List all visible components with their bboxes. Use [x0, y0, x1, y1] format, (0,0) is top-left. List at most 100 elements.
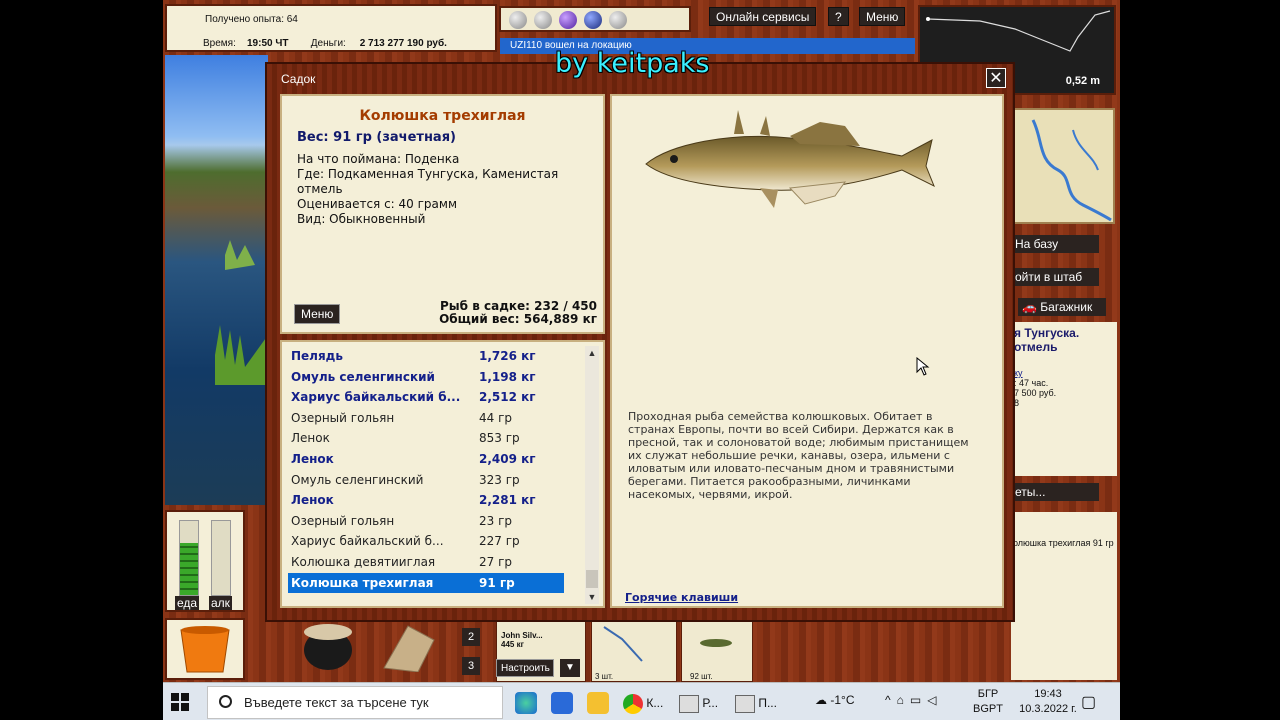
- setup-button[interactable]: Настроить: [496, 659, 554, 677]
- lure-icon[interactable]: [609, 11, 627, 29]
- slot-2-button[interactable]: 2: [462, 628, 480, 646]
- network-icon[interactable]: ⌂: [897, 693, 910, 707]
- fish-list-name: Ленок: [291, 431, 330, 446]
- fish-list-row[interactable]: Колюшка трехиглая 91 гр: [288, 572, 564, 593]
- pot-icon[interactable]: [298, 618, 358, 674]
- scroll-up-icon[interactable]: ▲: [585, 346, 599, 360]
- scrollbar[interactable]: ▲ ▼: [585, 346, 599, 604]
- system-tray-icons[interactable]: ^⌂▭◁: [885, 693, 942, 707]
- fish-image: [645, 110, 935, 208]
- location-spot: отмель: [1014, 340, 1058, 354]
- taskbar-app-chrome[interactable]: К...: [623, 691, 663, 715]
- clock-date: 10.3.2022 г.: [1019, 703, 1077, 715]
- info-link[interactable]: ку: [1014, 368, 1114, 378]
- catch-log: олюшка трехиглая 91 гр: [1011, 512, 1117, 680]
- close-button[interactable]: ✕: [986, 68, 1006, 88]
- keepnet-menu-button[interactable]: Меню: [294, 304, 341, 324]
- location-info: я Тунгуска. отмель ку : 47 час. 7 500 ру…: [1011, 322, 1117, 476]
- fish-list-row[interactable]: Хариус байкальский б... 2,512 кг: [288, 387, 564, 407]
- fish-list-name: Хариус байкальский б...: [291, 534, 444, 549]
- total-weight: Общий вес: 564,889 кг: [439, 312, 597, 326]
- fish-list-name: Пелядь: [291, 349, 343, 363]
- monitor-icon[interactable]: ▭: [910, 693, 927, 707]
- fish-list-row[interactable]: Омуль селенгинский 1,198 кг: [288, 367, 564, 387]
- lure-icon[interactable]: [559, 11, 577, 29]
- fish-list-row[interactable]: Ленок 853 гр: [288, 428, 564, 448]
- bucket-slot[interactable]: [165, 618, 245, 680]
- scroll-down-icon[interactable]: ▼: [585, 590, 599, 604]
- fishing-scene: [165, 55, 268, 505]
- lures-bar: [499, 6, 691, 32]
- caught-on: На что поймана: Поденка: [297, 152, 460, 166]
- bait-count: 92 шт.: [690, 672, 713, 681]
- more-button[interactable]: еты...: [1011, 483, 1099, 501]
- fish-list-row[interactable]: Ленок 2,281 кг: [288, 490, 564, 510]
- fish-details: На что поймана: Поденка Где: Подкаменная…: [297, 152, 587, 227]
- fish-list-name: Озерный гольян: [291, 513, 395, 528]
- help-button[interactable]: ?: [828, 7, 849, 26]
- money-value: 2 713 277 190 руб.: [359, 38, 447, 49]
- edge-icon[interactable]: [515, 692, 537, 714]
- fish-list-weight: 2,281 кг: [479, 493, 536, 508]
- online-services-button[interactable]: Онлайн сервисы: [709, 7, 817, 26]
- cloud-icon: ☁: [815, 693, 827, 707]
- fish-list-row[interactable]: Озерный гольян 44 гр: [288, 408, 564, 428]
- minimap[interactable]: [1011, 108, 1115, 224]
- scroll-thumb[interactable]: [586, 570, 598, 588]
- clock-time: 19:43: [1034, 688, 1062, 700]
- fish-weight: Вес: 91 гр (зачетная): [297, 130, 456, 145]
- hotkeys-link[interactable]: Горячие клавиши: [625, 591, 738, 604]
- notification-icon[interactable]: ▢: [1081, 692, 1096, 712]
- player-name: John Silv...: [501, 631, 543, 640]
- bait-slot[interactable]: 92 шт.: [681, 620, 753, 682]
- to-hq-button[interactable]: ойти в штаб: [1011, 268, 1099, 286]
- speaker-icon[interactable]: ◁: [927, 693, 942, 707]
- taskbar-search[interactable]: Въведете текст за търсене тук: [207, 686, 503, 719]
- chrome-icon: [623, 693, 643, 714]
- bucket-icon: [180, 626, 230, 673]
- fish-list-row[interactable]: Колюшка девятииглая 27 гр: [288, 552, 564, 572]
- folder-icon[interactable]: [587, 692, 609, 714]
- fish-name: Колюшка трехиглая: [359, 108, 526, 124]
- fly-lure-icon: [603, 626, 643, 662]
- taskbar-app-p[interactable]: П...: [735, 691, 777, 715]
- to-base-button[interactable]: На базу: [1011, 235, 1099, 253]
- app-r-icon: [679, 694, 699, 713]
- scene-grass: [215, 240, 268, 385]
- main-menu-button[interactable]: Меню: [859, 7, 906, 26]
- fish-list-row[interactable]: Озерный гольян 23 гр: [288, 511, 564, 531]
- windows-start-icon[interactable]: [171, 693, 189, 711]
- language-indicator[interactable]: БГР BGPT: [973, 687, 1003, 717]
- lure-icon[interactable]: [584, 11, 602, 29]
- needs-meters: еда алк: [165, 510, 245, 612]
- chevron-up-icon[interactable]: ^: [885, 693, 897, 707]
- fish-list-weight: 44 гр: [479, 410, 513, 425]
- fish-list-row[interactable]: Ленок 2,409 кг: [288, 449, 564, 469]
- app-p-label: П...: [758, 696, 777, 710]
- fish-list-row[interactable]: Омуль селенгинский 323 гр: [288, 470, 564, 490]
- fish-info-panel: Колюшка трехиглая Вес: 91 гр (зачетная) …: [280, 94, 605, 334]
- dropdown-button[interactable]: ▼: [560, 659, 580, 677]
- fish-list-weight: 1,726 кг: [479, 349, 536, 363]
- weather[interactable]: ☁ -1°C: [815, 693, 854, 707]
- fish-list-weight: 27 гр: [479, 555, 513, 569]
- lure-icon[interactable]: [534, 11, 552, 29]
- lure-icon[interactable]: [509, 11, 527, 29]
- net-bag-icon[interactable]: [378, 620, 440, 672]
- fish-list-name: Ленок: [291, 452, 334, 466]
- slot-3-button[interactable]: 3: [462, 657, 480, 675]
- fish-list-row[interactable]: Хариус байкальский б... 227 гр: [288, 531, 564, 551]
- search-placeholder: Въведете текст за търсене тук: [244, 695, 429, 710]
- fish-list-row[interactable]: Пелядь 1,726 кг: [288, 346, 564, 366]
- fish-list-name: Колюшка девятииглая: [291, 555, 436, 569]
- clock[interactable]: 19:43 10.3.2022 г.: [1018, 687, 1078, 717]
- fish-list-weight: 227 гр: [479, 534, 520, 549]
- taskbar-app-r[interactable]: Р...: [679, 691, 718, 715]
- taskbar: Въведете текст за търсене тук К... Р... …: [163, 682, 1120, 720]
- river-map: [1031, 119, 1112, 222]
- trunk-button[interactable]: 🚗 Багажник: [1018, 298, 1106, 316]
- lure-slot[interactable]: 3 шт.: [591, 620, 677, 682]
- store-icon[interactable]: [551, 692, 573, 714]
- fish-list-weight: 323 гр: [479, 472, 520, 487]
- fish-list-name: Омуль селенгинский: [291, 369, 435, 384]
